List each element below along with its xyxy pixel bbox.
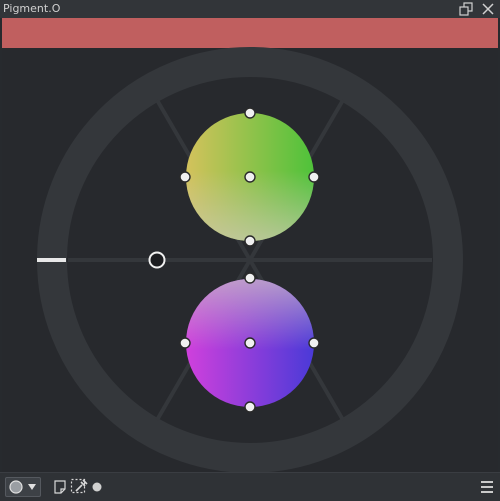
selection-eyedropper-icon[interactable] xyxy=(70,478,88,496)
dot-icon[interactable] xyxy=(92,482,102,492)
top-disc-handle-bottom[interactable] xyxy=(244,235,256,247)
top-disc-handle-left[interactable] xyxy=(179,171,191,183)
hamburger-menu-icon[interactable] xyxy=(478,478,496,496)
harmony-wheel[interactable] xyxy=(0,0,500,500)
bottom-disc-handle-bottom[interactable] xyxy=(244,401,256,413)
bottom-disc-handle-right[interactable] xyxy=(308,337,320,349)
bottom-toolbar xyxy=(0,472,500,501)
bottom-disc-handle-left[interactable] xyxy=(179,337,191,349)
top-disc-handle-center[interactable] xyxy=(244,171,256,183)
chevron-down-icon xyxy=(28,484,36,490)
selection-cursor[interactable] xyxy=(148,251,166,269)
mode-dropdown-button[interactable] xyxy=(5,477,41,497)
top-disc-handle-top[interactable] xyxy=(244,107,256,119)
top-disc-handle-right[interactable] xyxy=(308,171,320,183)
hue-marker[interactable] xyxy=(37,258,66,262)
document-icon[interactable] xyxy=(51,478,69,496)
bottom-disc-handle-top[interactable] xyxy=(244,272,256,284)
circle-mode-icon xyxy=(9,480,23,494)
bottom-disc-handle-center[interactable] xyxy=(244,337,256,349)
